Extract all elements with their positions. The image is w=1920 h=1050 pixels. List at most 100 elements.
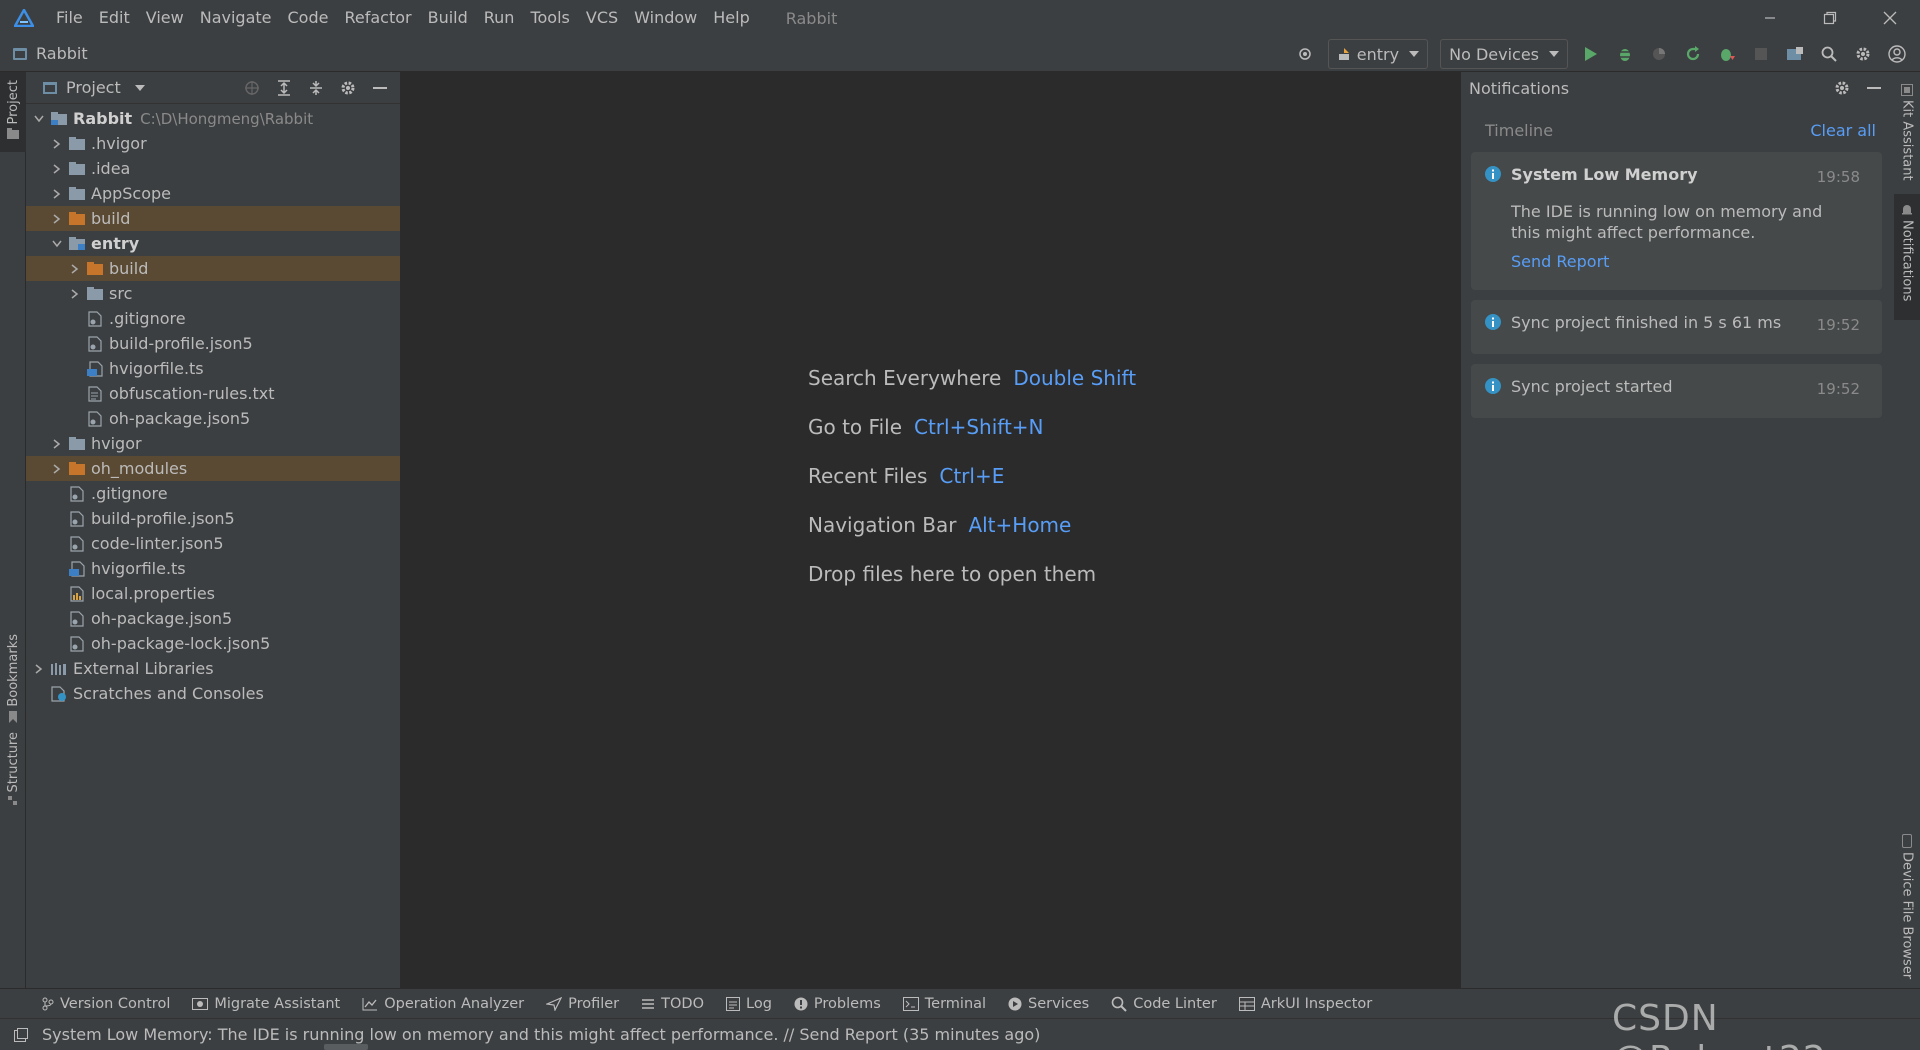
hint-shortcut[interactable]: Ctrl+E [939, 464, 1004, 488]
tree-row[interactable]: hvigorfile.ts [26, 356, 400, 381]
tool-window-profiler[interactable]: Profiler [546, 996, 619, 1012]
hint-shortcut[interactable]: Alt+Home [968, 513, 1071, 537]
hint-shortcut[interactable]: Ctrl+Shift+N [914, 415, 1044, 439]
minimize-icon[interactable] [1740, 0, 1800, 36]
tree-row[interactable]: oh-package.json5 [26, 606, 400, 631]
notification-card[interactable]: Sync project finished in 5 s 61 ms 19:52 [1471, 300, 1882, 354]
tree-row[interactable]: .gitignore [26, 306, 400, 331]
tree-row[interactable]: entry [26, 231, 400, 256]
account-icon[interactable] [1880, 36, 1914, 72]
notification-card[interactable]: System Low Memory 19:58 The IDE is runni… [1471, 152, 1882, 290]
tree-row[interactable]: hvigor [26, 431, 400, 456]
breadcrumb[interactable]: Rabbit [12, 44, 88, 63]
notification-card[interactable]: Sync project started 19:52 [1471, 364, 1882, 418]
menu-window[interactable]: Window [626, 0, 705, 36]
tool-window-services[interactable]: Services [1008, 996, 1089, 1012]
tree-row[interactable]: AppScope [26, 181, 400, 206]
tool-window-version-control[interactable]: Version Control [42, 996, 170, 1012]
tree-row[interactable]: External Libraries [26, 656, 400, 681]
chevron-right-icon[interactable] [66, 256, 84, 281]
target-icon[interactable] [1288, 36, 1322, 72]
settings-icon[interactable] [332, 72, 364, 104]
menu-help[interactable]: Help [705, 0, 757, 36]
attach-debugger-icon[interactable] [1710, 36, 1744, 72]
tree-row[interactable]: Scratches and Consoles [26, 681, 400, 706]
tool-window-log[interactable]: Log [726, 996, 772, 1012]
menu-tools[interactable]: Tools [522, 0, 577, 36]
chevron-right-icon[interactable] [48, 431, 66, 456]
editor-area[interactable]: Search Everywhere Double Shift Go to File… [401, 72, 1460, 988]
tree-row[interactable]: build-profile.json5 [26, 506, 400, 531]
run-icon[interactable] [1574, 36, 1608, 72]
search-icon[interactable] [1812, 36, 1846, 72]
menu-navigate[interactable]: Navigate [192, 0, 280, 36]
stop-icon[interactable] [1744, 36, 1778, 72]
tab-project[interactable]: Project [0, 72, 26, 152]
menu-code[interactable]: Code [280, 0, 337, 36]
chevron-right-icon[interactable] [48, 206, 66, 231]
tab-kit-assistant[interactable]: Kit Assistant [1894, 72, 1920, 184]
tree-row[interactable]: oh_modules [26, 456, 400, 481]
menu-refactor[interactable]: Refactor [336, 0, 419, 36]
tool-window-operation-analyzer[interactable]: Operation Analyzer [362, 996, 524, 1012]
tree-row[interactable]: obfuscation-rules.txt [26, 381, 400, 406]
hide-panel-icon[interactable] [1858, 72, 1890, 104]
tab-bookmarks[interactable]: Bookmarks [0, 634, 26, 724]
tree-row[interactable]: oh-package.json5 [26, 406, 400, 431]
close-icon[interactable] [1860, 0, 1920, 36]
tool-window-arkui-inspector[interactable]: ArkUI Inspector [1238, 996, 1372, 1012]
tree-row[interactable]: Rabbit C:\D\Hongmeng\Rabbit [26, 106, 400, 131]
clear-all-link[interactable]: Clear all [1810, 121, 1876, 140]
status-message[interactable]: System Low Memory: The IDE is running lo… [42, 1025, 1040, 1044]
chevron-right-icon[interactable] [48, 456, 66, 481]
menu-run[interactable]: Run [476, 0, 523, 36]
menu-view[interactable]: View [138, 0, 192, 36]
tree-row[interactable]: src [26, 281, 400, 306]
chevron-right-icon[interactable] [48, 156, 66, 181]
locate-icon[interactable] [236, 72, 268, 104]
send-report-link[interactable]: Send Report [1511, 252, 1868, 271]
tool-window-todo[interactable]: TODO [641, 996, 704, 1012]
chevron-right-icon[interactable] [66, 281, 84, 306]
tree-row[interactable]: oh-package-lock.json5 [26, 631, 400, 656]
tool-window-terminal[interactable]: Terminal [902, 996, 986, 1012]
debug-icon[interactable] [1608, 36, 1642, 72]
chevron-down-icon[interactable] [48, 231, 66, 256]
expand-all-icon[interactable] [268, 72, 300, 104]
tree-row[interactable]: .hvigor [26, 131, 400, 156]
tool-window-problems[interactable]: Problems [794, 996, 881, 1012]
device-select[interactable]: No Devices [1440, 39, 1568, 69]
collapse-all-icon[interactable] [300, 72, 332, 104]
tree-row[interactable]: build [26, 206, 400, 231]
tree-row[interactable]: hvigorfile.ts [26, 556, 400, 581]
run-config-select[interactable]: entry [1327, 39, 1429, 69]
menu-edit[interactable]: Edit [91, 0, 138, 36]
tree-row[interactable]: build-profile.json5 [26, 331, 400, 356]
hide-panel-icon[interactable] [364, 72, 396, 104]
tree-row[interactable]: .gitignore [26, 481, 400, 506]
hint-shortcut[interactable]: Double Shift [1013, 366, 1136, 390]
toggle-tool-windows-icon[interactable] [14, 1027, 28, 1042]
chevron-down-icon[interactable] [30, 106, 48, 131]
settings-icon[interactable] [1846, 36, 1880, 72]
profile-icon[interactable] [1642, 36, 1676, 72]
chevron-right-icon[interactable] [48, 181, 66, 206]
tree-row[interactable]: .idea [26, 156, 400, 181]
settings-icon[interactable] [1826, 72, 1858, 104]
tab-structure[interactable]: Structure [0, 732, 26, 818]
tool-window-code-linter[interactable]: Code Linter [1111, 996, 1217, 1012]
tab-notifications[interactable]: Notifications [1894, 194, 1920, 320]
project-structure-icon[interactable] [1778, 36, 1812, 72]
tree-row[interactable]: code-linter.json5 [26, 531, 400, 556]
chevron-right-icon[interactable] [48, 131, 66, 156]
apply-changes-icon[interactable] [1676, 36, 1710, 72]
chevron-right-icon[interactable] [30, 656, 48, 681]
project-view-select[interactable]: Project [42, 78, 145, 97]
horizontal-scrollbar[interactable] [324, 1044, 368, 1050]
tree-row[interactable]: build [26, 256, 400, 281]
restore-icon[interactable] [1800, 0, 1860, 36]
menu-build[interactable]: Build [420, 0, 476, 36]
menu-file[interactable]: File [48, 0, 91, 36]
tab-device-file-browser[interactable]: Device File Browser [1894, 828, 1920, 988]
tool-window-migrate-assistant[interactable]: Migrate Assistant [192, 996, 340, 1012]
